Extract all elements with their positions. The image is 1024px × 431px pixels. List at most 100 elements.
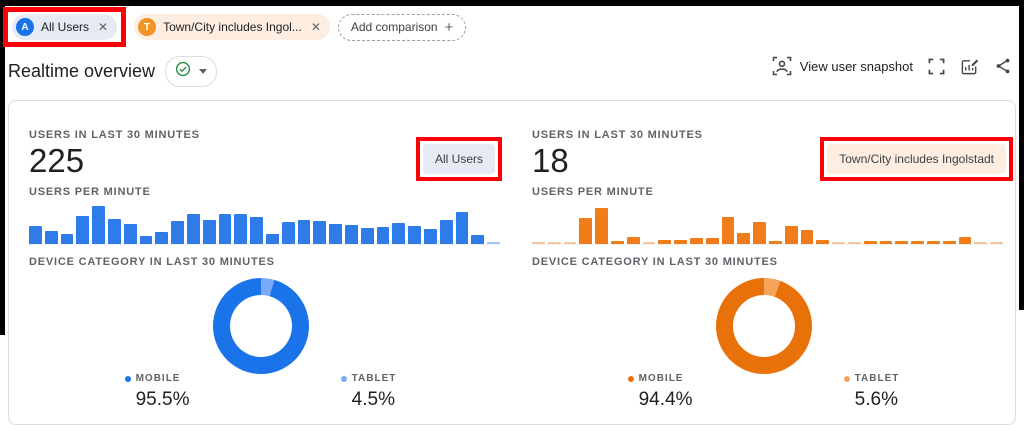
device-category-label: DEVICE CATEGORY IN LAST 30 MINUTES — [532, 256, 778, 268]
users-per-minute-label: USERS PER MINUTE — [29, 186, 151, 198]
screenshot-frame-left — [0, 0, 5, 335]
minute-bar — [705, 238, 719, 244]
minute-bar — [800, 230, 814, 244]
page-title: Realtime overview — [8, 61, 156, 81]
minute-bar — [753, 222, 766, 244]
minute-bar — [329, 224, 342, 244]
minute-bar — [737, 233, 751, 244]
minute-bar — [642, 242, 656, 244]
view-user-snapshot-label: View user snapshot — [799, 58, 913, 74]
mobile-percentage: 94.4% — [638, 389, 693, 410]
minute-bar — [974, 242, 988, 244]
segment-chip-town-city[interactable]: Town/City includes Ingolstadt — [827, 144, 1006, 174]
minute-bar — [595, 208, 608, 244]
users-last-30-value: 18 — [532, 142, 569, 179]
device-legend: MOBILE 95.5% TABLET 4.5% — [9, 373, 512, 411]
minute-bar — [911, 241, 924, 244]
minute-bar — [847, 242, 861, 244]
minute-bar — [123, 224, 137, 244]
minute-bar — [376, 227, 390, 244]
comparison-chip-all-users[interactable]: A All Users ✕ — [12, 14, 118, 40]
comparison-chip-town-city[interactable]: T Town/City includes Ingol... ✕ — [134, 14, 330, 40]
screenshot-frame-top — [0, 0, 1024, 6]
minute-bar — [360, 228, 374, 244]
users-per-minute-chart-all-users — [29, 203, 500, 245]
tablet-percentage: 5.6% — [854, 389, 898, 410]
users-last-30-label: USERS IN LAST 30 MINUTES — [532, 129, 703, 141]
mobile-dot-icon — [124, 375, 131, 382]
minute-bar — [721, 217, 735, 244]
user-snapshot-icon — [772, 56, 792, 76]
device-category-donut-town-city — [715, 278, 812, 374]
minute-bar — [942, 241, 956, 244]
minute-bar — [155, 232, 169, 244]
minute-bar — [532, 242, 545, 244]
share-button[interactable] — [994, 57, 1012, 75]
minute-bar — [297, 220, 311, 244]
minute-bar — [879, 241, 893, 244]
minute-bar — [547, 242, 561, 244]
minute-bar — [313, 221, 327, 244]
comparison-badge-t: T — [138, 18, 157, 36]
annotation-box-all-users-segment: All Users — [415, 137, 502, 181]
users-last-30-label: USERS IN LAST 30 MINUTES — [29, 129, 200, 141]
share-icon — [994, 57, 1012, 75]
minute-bar — [281, 222, 295, 244]
minute-bar — [487, 242, 500, 244]
minute-bar — [674, 240, 687, 244]
annotation-box-town-city-segment: Town/City includes Ingolstadt — [820, 137, 1013, 181]
minute-bar — [408, 226, 421, 244]
minute-bar — [895, 241, 909, 244]
annotation-box-all-users-chip: A All Users ✕ — [3, 7, 127, 47]
legend-item-mobile: MOBILE 95.5% — [124, 373, 189, 411]
segment-chip-all-users[interactable]: All Users — [422, 144, 495, 174]
minute-bar — [92, 206, 105, 244]
minute-bar — [563, 242, 577, 244]
fullscreen-icon — [928, 58, 945, 75]
minute-bar — [439, 220, 453, 244]
minute-bar — [76, 216, 90, 244]
legend-item-mobile: MOBILE 94.4% — [627, 373, 693, 411]
minute-bar — [107, 219, 121, 244]
title-row: Realtime overview — [8, 56, 218, 87]
realtime-panel-all-users: USERS IN LAST 30 MINUTES 225 All Users U… — [9, 101, 512, 424]
users-per-minute-chart-town-city — [532, 203, 1003, 245]
close-icon[interactable]: ✕ — [96, 20, 108, 34]
add-comparison-button[interactable]: Add comparison + — [337, 13, 467, 41]
minute-bar — [29, 226, 42, 244]
minute-bar — [926, 241, 940, 244]
caret-down-icon — [199, 69, 208, 74]
realtime-panel-town-city: USERS IN LAST 30 MINUTES 18 Town/City in… — [512, 101, 1015, 424]
customize-report-button[interactable] — [960, 57, 979, 76]
data-quality-dropdown[interactable] — [165, 56, 218, 87]
minute-bar — [455, 212, 469, 244]
minute-bar — [689, 238, 703, 244]
minute-bar — [171, 221, 184, 244]
device-category-donut-all-users — [212, 278, 309, 374]
check-circle-icon — [175, 61, 191, 82]
minute-bar — [579, 218, 593, 244]
donut-hole — [732, 295, 795, 357]
minute-bar — [44, 231, 58, 244]
minute-bar — [990, 242, 1003, 244]
plus-icon: + — [444, 18, 454, 36]
users-per-minute-label: USERS PER MINUTE — [532, 186, 654, 198]
view-user-snapshot-button[interactable]: View user snapshot — [772, 56, 913, 76]
toolbar: View user snapshot — [772, 56, 1012, 76]
device-category-label: DEVICE CATEGORY IN LAST 30 MINUTES — [29, 256, 275, 268]
edit-chart-icon — [960, 57, 979, 76]
fullscreen-button[interactable] — [928, 58, 945, 75]
minute-bar — [658, 240, 672, 244]
device-legend: MOBILE 94.4% TABLET 5.6% — [512, 373, 1015, 411]
minute-bar — [218, 214, 232, 244]
comparison-chip-label: All Users — [41, 20, 90, 34]
minute-bar — [392, 223, 406, 244]
tablet-dot-icon — [340, 375, 347, 382]
minute-bar — [234, 214, 248, 244]
close-icon[interactable]: ✕ — [309, 20, 321, 34]
minute-bar — [186, 214, 200, 244]
minute-bar — [250, 217, 263, 244]
minute-bar — [958, 237, 972, 244]
minute-bar — [344, 225, 358, 244]
minute-bar — [471, 235, 485, 244]
